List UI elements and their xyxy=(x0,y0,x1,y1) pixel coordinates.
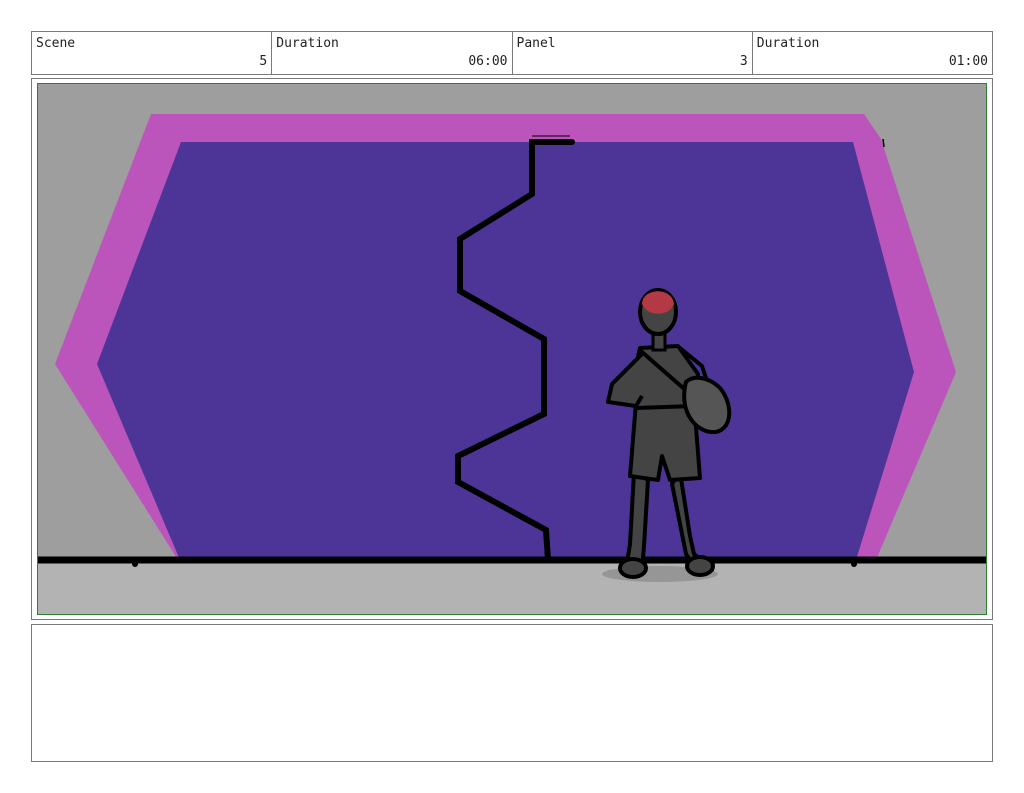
floor-mark-right xyxy=(851,561,857,567)
scene-duration-label: Duration xyxy=(276,36,339,51)
scene-label: Scene xyxy=(36,36,76,51)
panel-drawing-canvas[interactable] xyxy=(37,83,987,615)
panel-duration-cell: Duration 01:00 xyxy=(753,32,992,74)
panel-cell: Panel 3 xyxy=(513,32,753,74)
panel-duration-value[interactable]: 01:00 xyxy=(949,54,988,70)
scene-duration-value[interactable]: 06:00 xyxy=(468,54,507,70)
scene-value[interactable]: 5 xyxy=(259,54,267,70)
panel-notes-area[interactable] xyxy=(31,624,993,762)
floor xyxy=(38,560,986,614)
left-shoe xyxy=(618,557,648,579)
panel-duration-label: Duration xyxy=(756,36,820,51)
panel-label: Panel xyxy=(516,36,556,51)
frame-mark xyxy=(882,138,885,148)
window-pane xyxy=(97,142,914,560)
scene-cell: Scene 5 xyxy=(32,32,273,74)
panel-drawing xyxy=(38,84,986,614)
scene-duration-cell: Duration 06:00 xyxy=(272,32,513,74)
right-shoe xyxy=(685,555,715,577)
floor-mark-left xyxy=(132,561,138,567)
panel-header: Scene 5 Duration 06:00 Panel 3 Duration … xyxy=(31,31,993,75)
panel-value[interactable]: 3 xyxy=(740,54,748,70)
storyboard-frame xyxy=(31,78,993,620)
